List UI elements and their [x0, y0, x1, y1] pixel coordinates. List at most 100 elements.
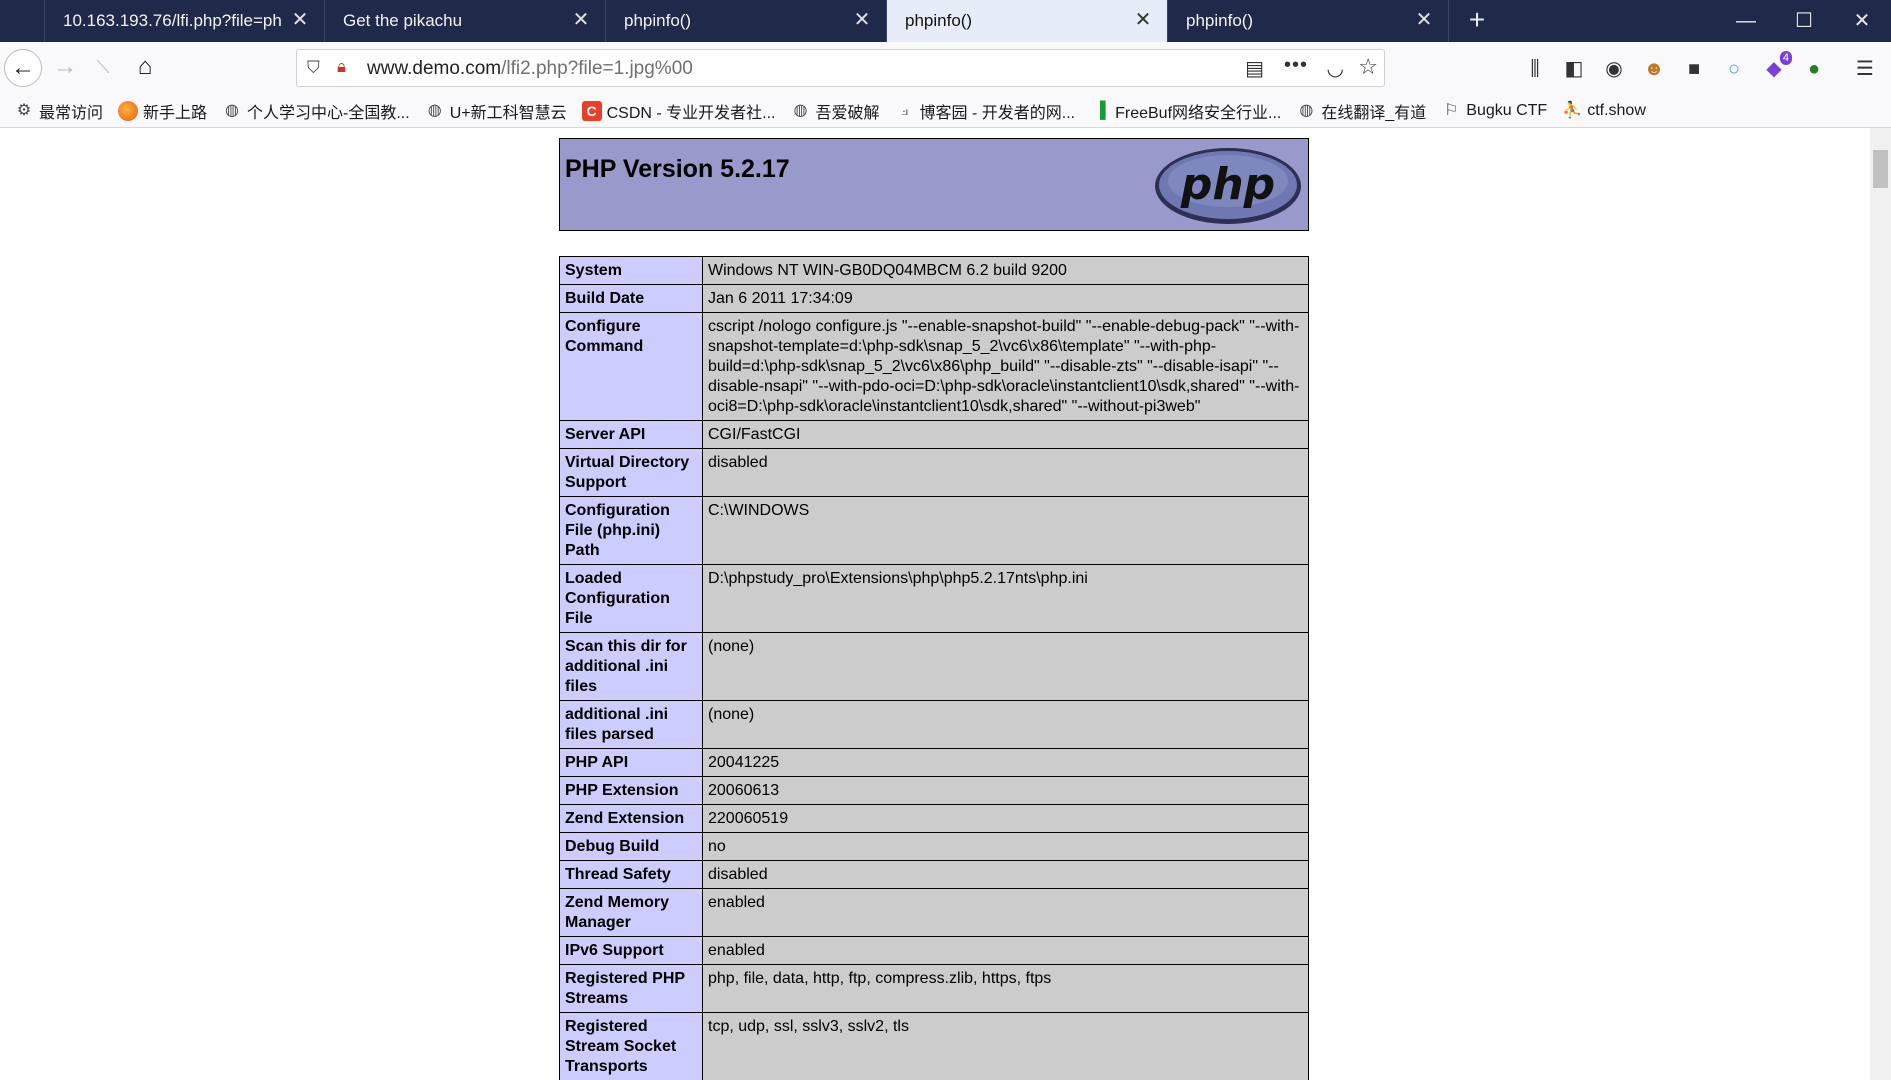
globe-icon: ◍	[427, 101, 442, 119]
php-version-title: PHP Version 5.2.17	[565, 155, 790, 183]
close-icon[interactable]: ✕	[571, 10, 591, 30]
home-button[interactable]: ⌂	[126, 49, 164, 87]
bookmark-bugku[interactable]: ⚐ Bugku CTF	[1441, 101, 1547, 121]
info-key: Registered PHP Streams	[559, 964, 703, 1013]
library-icon[interactable]: ⫼	[1523, 57, 1547, 81]
maximize-button[interactable]: ☐	[1775, 0, 1833, 42]
bookmark-cnblogs[interactable]: ⟓ 博客园 - 开发者的网...	[895, 99, 1075, 123]
tab-title: phpinfo()	[905, 11, 973, 30]
tab-title: Get the pikachu	[343, 11, 463, 30]
pocket-icon[interactable]: ◡	[1327, 56, 1344, 81]
window-close-button[interactable]: ✕	[1833, 0, 1891, 42]
tab-pikachu[interactable]: Get the pikachu ✕	[325, 0, 606, 42]
table-row: Debug Build no	[559, 832, 1309, 861]
gear-icon: ⚙	[16, 101, 32, 119]
extension-glasses-icon[interactable]: ■	[1682, 57, 1706, 81]
php-info-body: System Windows NT WIN-GB0DQ04MBCM 6.2 bui…	[559, 256, 1309, 1080]
extension-green-icon[interactable]: ●	[1802, 57, 1826, 81]
table-row: Configure Command cscript /nologo configu…	[559, 312, 1309, 421]
table-row: Zend Memory Manager enabled	[559, 888, 1309, 937]
bookmark-ctfshow[interactable]: ⛹ ctf.show	[1562, 101, 1646, 121]
page-content: PHP Version 5.2.17 php System Windows NT …	[0, 128, 1870, 1080]
extension-badge-icon[interactable]: ◆ 4	[1762, 51, 1792, 81]
tab-title: phpinfo()	[1186, 11, 1254, 30]
back-button[interactable]: ←	[4, 49, 42, 87]
info-key: IPv6 Support	[559, 936, 703, 965]
sidebar-icon[interactable]: ◧	[1562, 57, 1586, 81]
freebuf-icon: ▐	[1094, 101, 1106, 119]
info-key: Configuration File (php.ini) Path	[559, 496, 703, 565]
info-key: Thread Safety	[559, 860, 703, 889]
bookmark-u-cloud[interactable]: ◍ U+新工科智慧云	[425, 99, 567, 123]
info-key: PHP Extension	[559, 776, 703, 805]
url-text[interactable]: www.demo.com/lfi2.php?file=1.jpg%00	[367, 58, 693, 80]
bookmark-youdao[interactable]: ◍ 在线翻译_有道	[1296, 99, 1426, 123]
tab-phpinfo-active[interactable]: phpinfo() ✕	[887, 0, 1168, 42]
info-value: 20060613	[702, 776, 1309, 805]
runner-icon: ⛹	[1562, 101, 1583, 119]
close-icon[interactable]: ✕	[852, 10, 872, 30]
extension-monkey-icon[interactable]: ☻	[1642, 57, 1666, 81]
tab-lfi[interactable]: 10.163.193.76/lfi.php?file=php:// ✕	[44, 0, 325, 42]
info-value: CGI/FastCGI	[702, 420, 1309, 449]
bookmark-52pojie[interactable]: ◍ 吾爱破解	[791, 99, 880, 123]
globe-icon: ◍	[225, 101, 240, 119]
table-row: Scan this dir for additional .ini files(…	[559, 632, 1309, 701]
tab-title: 10.163.193.76/lfi.php?file=php://	[63, 11, 283, 30]
insecure-lock-icon[interactable]: 🔒︎	[337, 57, 346, 77]
bookmark-label: U+新工科智慧云	[449, 104, 567, 122]
bookmark-label: 最常访问	[39, 104, 104, 122]
stop-loading-button[interactable]: ⟍	[84, 49, 122, 87]
info-value: cscript /nologo configure.js "--enable-s…	[702, 312, 1309, 421]
info-value: (none)	[702, 700, 1309, 749]
info-key: Loaded Configuration File	[559, 564, 703, 633]
info-value: (none)	[702, 632, 1309, 701]
cnblogs-icon: ⟓	[900, 101, 909, 119]
table-row: Loaded Configuration File D:\phpstudy_pro…	[559, 564, 1309, 633]
url-bar[interactable]: ⛉ 🔒︎ www.demo.com/lfi2.php?file=1.jpg%00…	[296, 49, 1385, 87]
bookmark-label: 在线翻译_有道	[1321, 104, 1427, 122]
bookmark-star-icon[interactable]: ☆	[1358, 54, 1378, 80]
close-icon[interactable]: ✕	[1133, 10, 1153, 30]
tracking-shield-icon[interactable]: ⛉	[307, 58, 320, 78]
extension-circle-icon[interactable]: ○	[1722, 57, 1746, 81]
info-value: 20041225	[702, 748, 1309, 777]
tab-phpinfo-3[interactable]: phpinfo() ✕	[1168, 0, 1449, 42]
info-value: enabled	[702, 936, 1309, 965]
php-logo-icon[interactable]: php	[1153, 146, 1303, 225]
info-value: disabled	[702, 860, 1309, 889]
bookmarks-bar: ⚙ 最常访问 新手上路 ◍ 个人学习中心-全国教... ◍ U+新工科智慧云 C…	[0, 94, 1891, 128]
new-tab-button[interactable]: +	[1457, 0, 1497, 42]
table-row: additional .ini files parsed (none)	[559, 700, 1309, 749]
tab-phpinfo-1[interactable]: phpinfo() ✕	[606, 0, 887, 42]
account-icon[interactable]: ◉	[1602, 57, 1626, 81]
info-key: additional .ini files parsed	[559, 700, 703, 749]
info-key: Zend Memory Manager	[559, 888, 703, 937]
table-row: Registered PHP Streams php, file, data, h…	[559, 964, 1309, 1013]
table-row: PHP Extension 20060613	[559, 776, 1309, 805]
firefox-icon	[118, 100, 139, 121]
bookmark-most-visited[interactable]: ⚙ 最常访问	[14, 99, 103, 123]
reader-view-icon[interactable]: ▤	[1245, 56, 1264, 81]
info-key: Registered Stream Socket Transports	[559, 1012, 703, 1080]
close-icon[interactable]: ✕	[1414, 10, 1434, 30]
php-version-header: PHP Version 5.2.17 php	[559, 138, 1309, 231]
tab-title: phpinfo()	[624, 11, 692, 30]
menu-icon[interactable]: ☰	[1853, 57, 1877, 81]
info-value: 220060519	[702, 804, 1309, 833]
bookmark-freebuf[interactable]: ▐ FreeBuf网络安全行业...	[1090, 99, 1281, 123]
info-value: disabled	[702, 448, 1309, 497]
extension-count-badge: 4	[1779, 51, 1792, 65]
minimize-button[interactable]: —	[1717, 0, 1775, 42]
page-scrollbar[interactable]	[1870, 128, 1891, 1080]
bookmark-learning-center[interactable]: ◍ 个人学习中心-全国教...	[222, 99, 410, 123]
bookmark-csdn[interactable]: C CSDN - 专业开发者社...	[581, 99, 776, 123]
page-actions-icon[interactable]: •••	[1284, 54, 1308, 77]
info-value: no	[702, 832, 1309, 861]
forward-button[interactable]: →	[46, 49, 84, 87]
close-icon[interactable]: ✕	[290, 10, 310, 30]
bookmark-label: 新手上路	[143, 104, 208, 122]
bookmark-getting-started[interactable]: 新手上路	[118, 99, 207, 123]
bookmark-label: 个人学习中心-全国教...	[247, 104, 410, 122]
scrollbar-thumb[interactable]	[1873, 150, 1888, 188]
